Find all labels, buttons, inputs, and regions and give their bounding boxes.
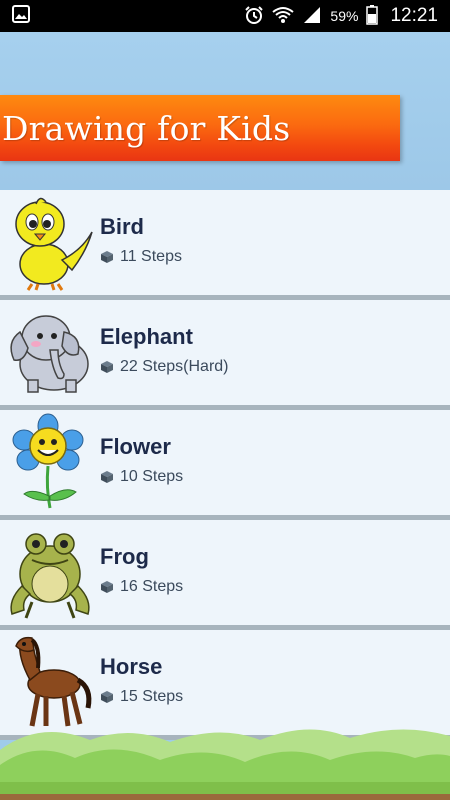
clock: 12:21: [390, 5, 438, 26]
status-bar: 59% 12:21: [0, 0, 450, 32]
cube-icon: [101, 251, 113, 263]
steps-label: 15 Steps: [120, 688, 184, 705]
title-banner: Drawing for Kids: [0, 95, 400, 161]
item-name: Bird: [100, 214, 144, 239]
list-item-frog[interactable]: Frog 16 Steps: [0, 520, 450, 630]
wifi-icon: [272, 6, 295, 27]
flower-icon: [12, 413, 84, 509]
steps-label: 16 Steps: [120, 578, 184, 595]
steps-label: 22 Steps(Hard): [120, 358, 229, 375]
item-name: Elephant: [100, 324, 193, 349]
battery-icon: [366, 4, 379, 28]
item-steps: 22 Steps(Hard): [100, 358, 229, 376]
item-steps: 16 Steps: [100, 578, 183, 596]
page-title: Drawing for Kids: [2, 108, 291, 148]
item-steps: 10 Steps: [100, 468, 183, 486]
cube-icon: [101, 581, 113, 593]
signal-icon: [302, 6, 322, 27]
ground-decoration: [0, 729, 450, 800]
item-name: Horse: [100, 654, 163, 679]
steps-label: 11 Steps: [120, 248, 182, 265]
item-steps: 15 Steps: [100, 688, 183, 706]
alarm-icon: [244, 5, 264, 28]
cube-icon: [101, 691, 113, 703]
list-item-bird[interactable]: Bird 11 Steps: [0, 190, 450, 300]
elephant-icon: [10, 315, 89, 393]
list-item-flower[interactable]: Flower 10 Steps: [0, 410, 450, 520]
cube-icon: [101, 471, 113, 483]
frog-icon: [10, 533, 90, 619]
item-name: Frog: [100, 544, 149, 569]
gallery-icon: [12, 4, 30, 28]
item-steps: 11 Steps: [100, 248, 182, 266]
steps-label: 10 Steps: [120, 468, 184, 485]
list-item-elephant[interactable]: Elephant 22 Steps(Hard): [0, 300, 450, 410]
battery-text: 59%: [330, 8, 359, 24]
bird-icon: [15, 197, 93, 291]
cube-icon: [101, 361, 113, 373]
item-name: Flower: [100, 434, 171, 459]
drawing-list: Bird 11 Steps Elephant 22 Steps(Hard) Fl…: [0, 190, 450, 740]
